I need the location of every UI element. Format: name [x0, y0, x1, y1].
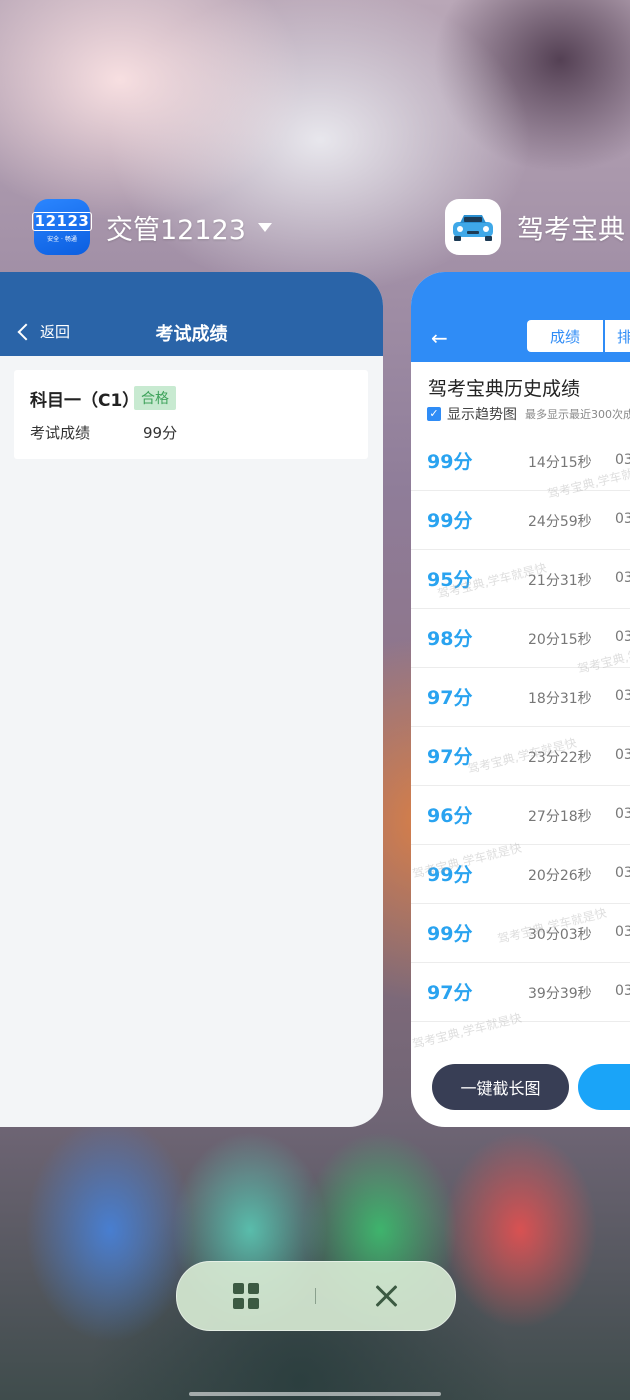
record-score: 97分	[427, 687, 473, 709]
score-label: 考试成绩	[30, 424, 91, 442]
record-score: 96分	[427, 805, 473, 827]
checkbox-checked-icon[interactable]: ✓	[427, 407, 441, 421]
list-item[interactable]: 97分 18分31秒 03	[411, 668, 630, 727]
card-header: 返回 考试成绩	[0, 272, 383, 356]
list-item[interactable]: 99分 24分59秒 03	[411, 491, 630, 550]
app-header-jg12123[interactable]: 12123 安全 · 畅通 交管12123	[31, 199, 272, 255]
recents-dock	[176, 1261, 456, 1331]
record-duration: 20分26秒	[528, 868, 592, 884]
exam-result-card[interactable]: 科目一（C1）	[14, 370, 368, 459]
score-value: 99分	[143, 424, 178, 442]
segmented-tabs: 成绩 排	[527, 320, 630, 352]
app-card-jkbd[interactable]: ← 成绩 排 驾考宝典历史成绩 ✓ 显示趋势图 最多显示最近300次成 99分 …	[411, 272, 630, 1127]
arrow-left-icon[interactable]: ←	[431, 326, 448, 350]
record-duration: 18分31秒	[528, 691, 592, 707]
caret-down-icon[interactable]	[257, 222, 272, 232]
record-date: 03	[615, 983, 630, 999]
list-item[interactable]: 99分 20分26秒 03	[411, 845, 630, 904]
long-screenshot-button[interactable]: 一键截长图	[432, 1064, 569, 1110]
record-duration: 39分39秒	[528, 986, 592, 1002]
record-duration: 23分22秒	[528, 750, 592, 766]
close-icon[interactable]	[369, 1279, 403, 1313]
car-icon	[453, 215, 493, 241]
record-duration: 14分15秒	[528, 455, 592, 471]
trend-toggle[interactable]: ✓ 显示趋势图 最多显示最近300次成	[427, 404, 630, 424]
list-item[interactable]: 95分 21分31秒 03	[411, 550, 630, 609]
list-item[interactable]: 99分 14分15秒 03	[411, 432, 630, 491]
app-icon-jg12123[interactable]: 12123 安全 · 畅通	[31, 199, 93, 255]
app-card-jg12123[interactable]: 返回 考试成绩 科目一（C1） 合格 考试成绩 99分	[0, 272, 383, 1127]
exam-subject: 科目一（C1）	[30, 391, 140, 411]
list-item[interactable]: 97分 39分39秒 03	[411, 963, 630, 1022]
record-score: 97分	[427, 982, 473, 1004]
record-date: 03	[615, 806, 630, 822]
record-duration: 27分18秒	[528, 809, 592, 825]
status-badge: 合格	[134, 386, 176, 410]
record-date: 03	[615, 511, 630, 527]
card-header: ← 成绩 排	[411, 272, 630, 362]
tab-ranking[interactable]: 排	[605, 320, 630, 352]
record-score: 95分	[427, 569, 473, 591]
record-duration: 24分59秒	[528, 514, 592, 530]
page-title: 考试成绩	[155, 324, 228, 345]
record-score: 97分	[427, 746, 473, 768]
trend-label: 显示趋势图	[447, 407, 517, 423]
record-date: 03	[615, 865, 630, 881]
record-date: 03	[615, 452, 630, 468]
list-item[interactable]: 96分 27分18秒 03	[411, 786, 630, 845]
record-duration: 20分15秒	[528, 632, 592, 648]
app-name-label: 交管12123	[106, 214, 246, 246]
record-date: 03	[615, 924, 630, 940]
app-header-jkbd[interactable]: 驾考宝典	[445, 199, 625, 255]
home-indicator[interactable]	[189, 1392, 441, 1396]
tab-scores[interactable]: 成绩	[527, 320, 603, 352]
record-duration: 21分31秒	[528, 573, 592, 589]
history-title: 驾考宝典历史成绩	[428, 378, 581, 400]
record-score: 99分	[427, 864, 473, 886]
list-item[interactable]: 98分 20分15秒 03	[411, 609, 630, 668]
record-score: 99分	[427, 451, 473, 473]
record-score: 98分	[427, 628, 473, 650]
record-date: 03	[615, 747, 630, 763]
app-icon-jkbd[interactable]	[445, 199, 501, 255]
app-icon-text: 12123	[31, 211, 93, 231]
record-date: 03	[615, 570, 630, 586]
app-icon-subtext: 安全 · 畅通	[47, 235, 77, 243]
grid-icon[interactable]	[233, 1283, 259, 1309]
record-score: 99分	[427, 510, 473, 532]
dock-divider	[315, 1288, 316, 1304]
list-item[interactable]: 97分 23分22秒 03	[411, 727, 630, 786]
trend-hint: 最多显示最近300次成	[525, 408, 630, 421]
list-item[interactable]: 99分 30分03秒 03	[411, 904, 630, 963]
primary-action-button[interactable]	[578, 1064, 630, 1110]
record-duration: 30分03秒	[528, 927, 592, 943]
record-date: 03	[615, 629, 630, 645]
app-name-label: 驾考宝典	[517, 214, 625, 246]
record-score: 99分	[427, 923, 473, 945]
record-date: 03	[615, 688, 630, 704]
score-history-list: 99分 14分15秒 03 99分 24分59秒 03 95分 21分31秒 0…	[411, 432, 630, 1022]
